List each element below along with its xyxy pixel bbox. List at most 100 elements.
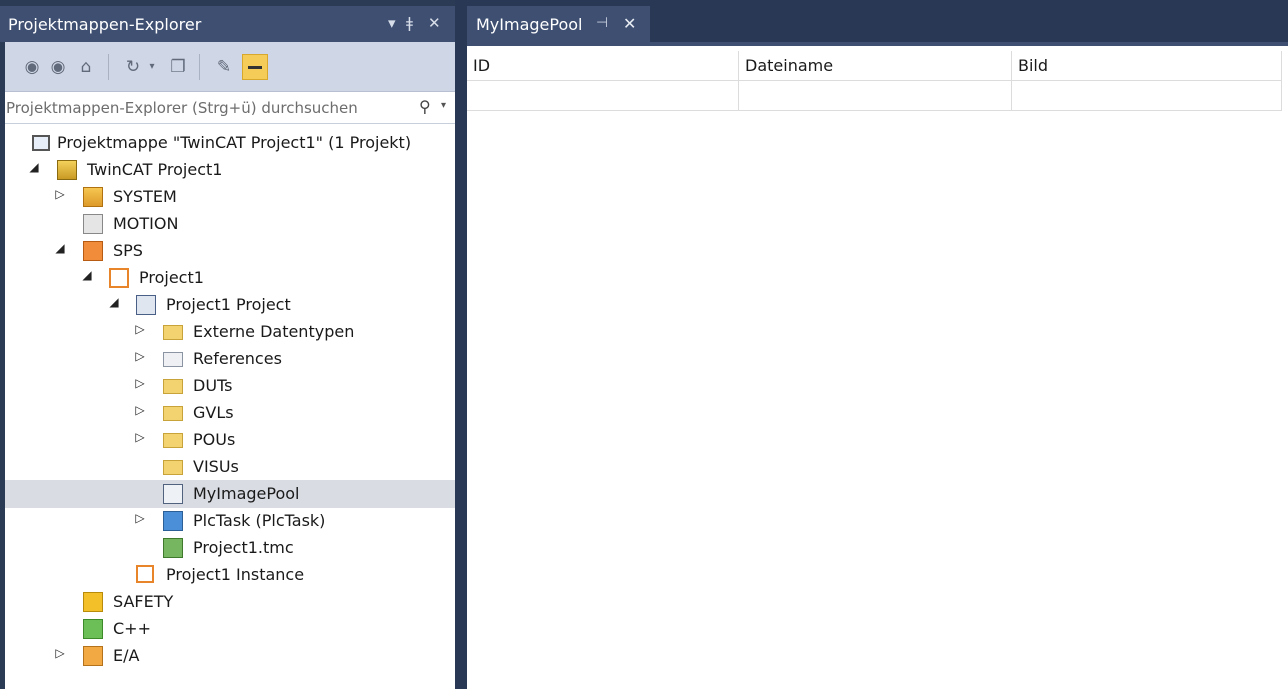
instance-icon: [136, 565, 154, 583]
folder-icon: [163, 325, 183, 340]
tree-item-pous[interactable]: ▷ POUs: [5, 426, 455, 454]
toolbar-separator: [108, 54, 109, 80]
properties-wrench-icon[interactable]: ✎: [211, 54, 237, 80]
tree-item-duts[interactable]: ▷ DUTs: [5, 372, 455, 400]
cell-dateiname[interactable]: [739, 81, 1012, 111]
expand-arrow-icon[interactable]: ▷: [54, 646, 66, 660]
expand-arrow-icon[interactable]: ◢: [28, 160, 40, 174]
table-row[interactable]: [467, 81, 1282, 111]
pin-icon[interactable]: ǂ: [406, 14, 413, 32]
explorer-body: ◉ ◉ ⌂ ↻ ▾ ❐ ✎ ⚲ ▾ Projektmappe: [5, 42, 455, 689]
tree-item-project1-project[interactable]: ◢ Project1 Project: [5, 291, 455, 319]
tree-item-label: GVLs: [193, 403, 234, 422]
tree-item-label: Project1: [139, 268, 204, 287]
folder-icon: [163, 460, 183, 475]
solution-tree: Projektmappe "TwinCAT Project1" (1 Proje…: [5, 124, 455, 689]
column-header-bild[interactable]: Bild: [1012, 51, 1282, 81]
expand-arrow-icon[interactable]: ▷: [134, 349, 146, 363]
tab-label: MyImagePool: [476, 15, 583, 34]
twincat-project-icon: [57, 160, 77, 180]
tree-item-label: Externe Datentypen: [193, 322, 355, 341]
expand-arrow-icon[interactable]: ◢: [54, 241, 66, 255]
folder-icon: [163, 379, 183, 394]
tree-item-label: SAFETY: [113, 592, 174, 611]
document-area: MyImagePool ⊣ ✕ ID Dateiname Bild: [455, 0, 1288, 689]
chevron-down-icon[interactable]: ▾: [145, 54, 159, 80]
tree-item-ea[interactable]: ▷ E/A: [5, 642, 455, 670]
forward-icon[interactable]: ◉: [45, 54, 71, 80]
pin-icon[interactable]: ⊣: [596, 15, 608, 31]
cell-bild[interactable]: [1012, 81, 1282, 111]
tree-item-label: Projektmappe "TwinCAT Project1" (1 Proje…: [57, 133, 412, 152]
folder-icon: [163, 406, 183, 421]
expand-arrow-icon[interactable]: ▷: [134, 403, 146, 417]
tree-item-label: PlcTask (PlcTask): [193, 511, 326, 530]
tree-item-label: Project1.tmc: [193, 538, 294, 557]
tree-item-sps[interactable]: ◢ SPS: [5, 237, 455, 265]
close-icon[interactable]: ✕: [428, 14, 441, 32]
plc-project-icon: [109, 268, 129, 288]
toolbar-separator: [199, 54, 200, 80]
explorer-toolbar: ◉ ◉ ⌂ ↻ ▾ ❐ ✎: [5, 42, 455, 92]
expand-arrow-icon[interactable]: ◢: [81, 268, 93, 282]
tree-item-cpp[interactable]: C++: [5, 615, 455, 643]
tree-item-twincat-project[interactable]: ◢ TwinCAT Project1: [5, 156, 455, 184]
collapse-all-icon[interactable]: ❐: [165, 54, 191, 80]
tree-item-plctask[interactable]: ▷ PlcTask (PlcTask): [5, 507, 455, 535]
cell-id[interactable]: [467, 81, 739, 111]
expand-arrow-icon[interactable]: ▷: [134, 511, 146, 525]
back-icon[interactable]: ◉: [19, 54, 45, 80]
window-position-dropdown-icon[interactable]: ▾: [388, 14, 396, 32]
tree-item-label: Project1 Project: [166, 295, 291, 314]
column-header-id[interactable]: ID: [467, 51, 739, 81]
tree-item-gvls[interactable]: ▷ GVLs: [5, 399, 455, 427]
tree-item-label: TwinCAT Project1: [87, 160, 223, 179]
expand-arrow-icon[interactable]: ▷: [134, 430, 146, 444]
solution-explorer-panel: Projektmappen-Explorer ▾ ǂ ✕ ◉ ◉ ⌂ ↻ ▾ ❐…: [0, 0, 455, 689]
tree-item-label: MyImagePool: [193, 484, 300, 503]
tree-item-label: C++: [113, 619, 151, 638]
chevron-down-icon[interactable]: ▾: [441, 100, 446, 111]
tree-item-references[interactable]: ▷ References: [5, 345, 455, 373]
explorer-search-box: ⚲ ▾: [5, 92, 455, 124]
system-icon: [83, 187, 103, 207]
tree-item-label: SYSTEM: [113, 187, 177, 206]
image-pool-editor: ID Dateiname Bild: [467, 42, 1288, 689]
explorer-title-bar: Projektmappen-Explorer ▾ ǂ ✕: [0, 6, 455, 42]
tree-item-system[interactable]: ▷ SYSTEM: [5, 183, 455, 211]
column-header-dateiname[interactable]: Dateiname: [739, 51, 1012, 81]
sync-icon[interactable]: ↻: [120, 54, 146, 80]
search-icon[interactable]: ⚲: [419, 97, 431, 116]
tmc-file-icon: [163, 538, 183, 558]
references-icon: [163, 352, 183, 367]
tree-item-motion[interactable]: MOTION: [5, 210, 455, 238]
tree-item-label: Project1 Instance: [166, 565, 305, 584]
preview-toggle-icon[interactable]: [242, 54, 268, 80]
tree-item-label: E/A: [113, 646, 140, 665]
expand-arrow-icon[interactable]: ▷: [54, 187, 66, 201]
tree-item-visus[interactable]: VISUs: [5, 453, 455, 481]
tree-item-project1[interactable]: ◢ Project1: [5, 264, 455, 292]
tree-item-label: MOTION: [113, 214, 179, 233]
expand-arrow-icon[interactable]: ▷: [134, 376, 146, 390]
tab-myimagepool[interactable]: MyImagePool ⊣ ✕: [467, 6, 650, 42]
explorer-search-input[interactable]: [6, 96, 406, 120]
motion-icon: [83, 214, 103, 234]
tree-item-label: POUs: [193, 430, 236, 449]
expand-arrow-icon[interactable]: ▷: [134, 322, 146, 336]
close-icon[interactable]: ✕: [623, 14, 636, 33]
tree-item-solution[interactable]: Projektmappe "TwinCAT Project1" (1 Proje…: [5, 129, 455, 157]
cpp-icon: [83, 619, 103, 639]
solution-icon: [32, 135, 50, 151]
tree-item-safety[interactable]: SAFETY: [5, 588, 455, 616]
expand-arrow-icon[interactable]: ◢: [108, 295, 120, 309]
home-icon[interactable]: ⌂: [73, 54, 99, 80]
tree-item-label: DUTs: [193, 376, 233, 395]
ide-window: Projektmappen-Explorer ▾ ǂ ✕ ◉ ◉ ⌂ ↻ ▾ ❐…: [0, 0, 1288, 689]
tree-item-project1-instance[interactable]: Project1 Instance: [5, 561, 455, 589]
tree-item-project1-tmc[interactable]: Project1.tmc: [5, 534, 455, 562]
tree-item-label: References: [193, 349, 282, 368]
plc-task-icon: [163, 511, 183, 531]
tree-item-myimagepool[interactable]: MyImagePool: [5, 480, 455, 508]
tree-item-externe-datentypen[interactable]: ▷ Externe Datentypen: [5, 318, 455, 346]
